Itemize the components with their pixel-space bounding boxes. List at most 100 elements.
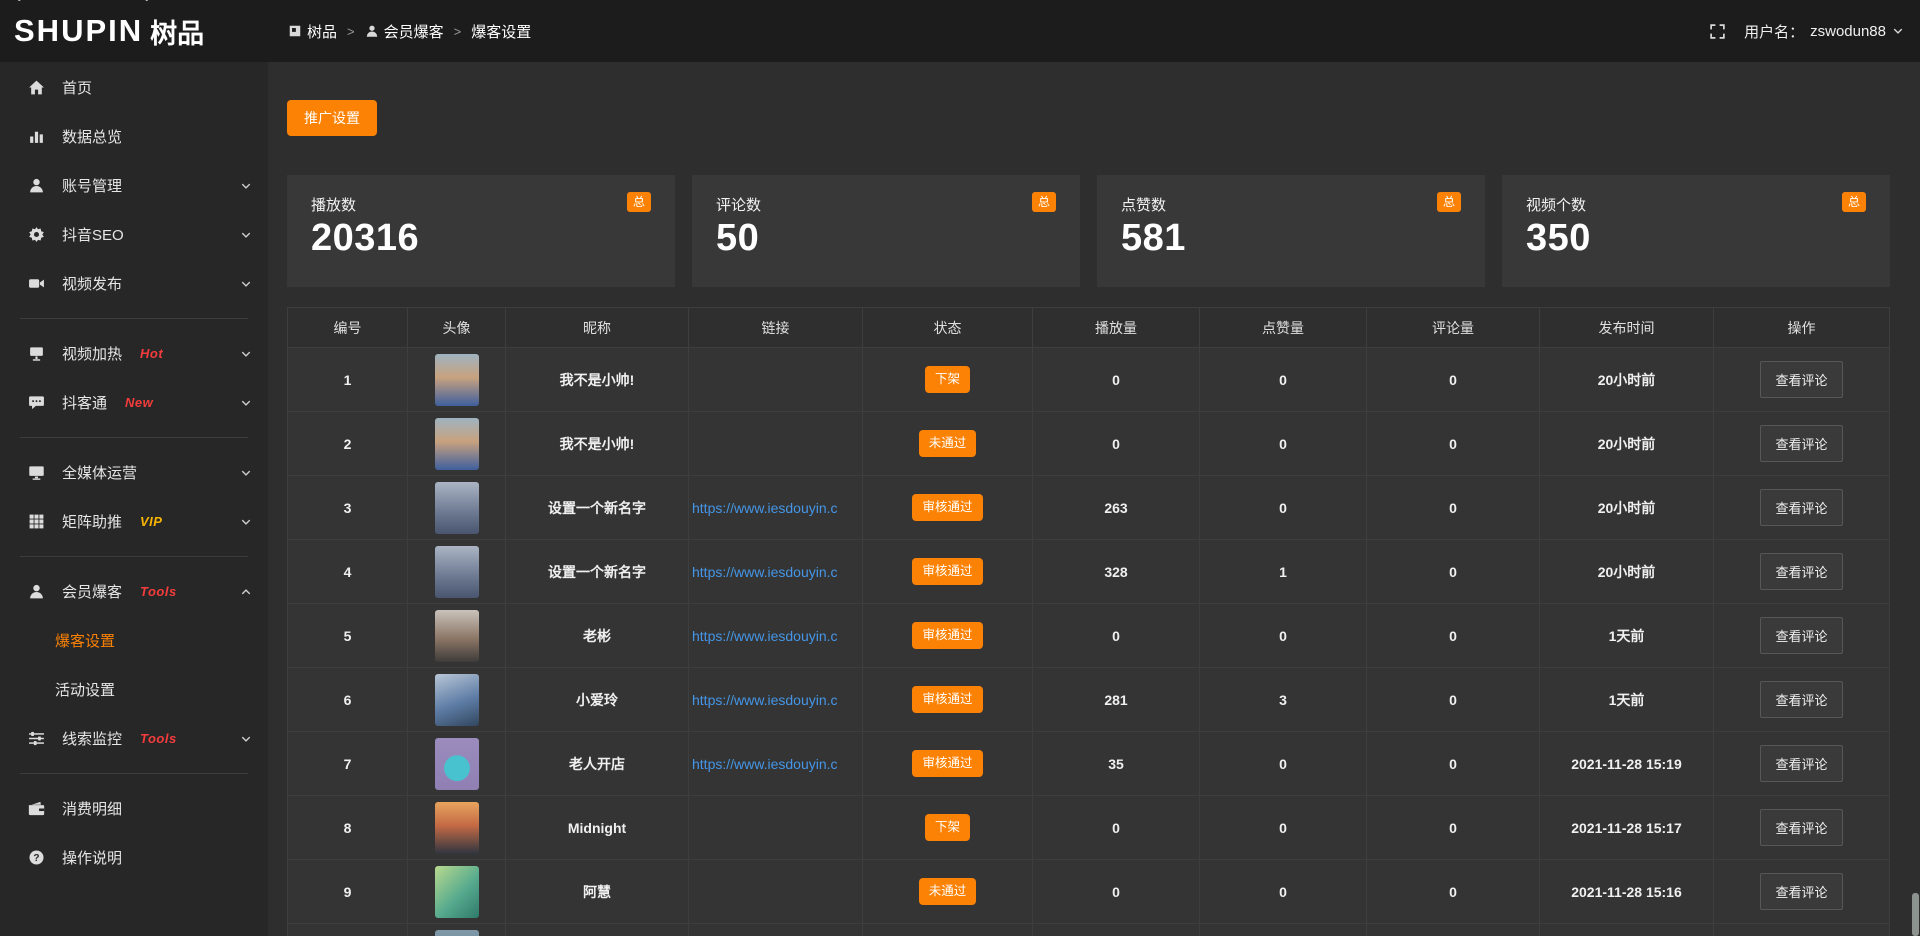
stat-card-value: 581 <box>1121 217 1461 260</box>
sidebar-badge-VIP: VIP <box>140 514 162 529</box>
sidebar-divider <box>20 773 248 774</box>
fullscreen-icon[interactable] <box>1709 23 1726 40</box>
video-link[interactable]: https://www.iesdouyin.c <box>689 500 862 516</box>
sidebar-item-操作说明[interactable]: ?操作说明 <box>0 833 268 882</box>
status-badge[interactable]: 审核通过 <box>912 558 982 585</box>
sidebar-item-label: 抖音SEO <box>62 224 124 245</box>
cell-likes: 0 <box>1200 476 1367 540</box>
logo-text: SHUPIN <box>14 13 143 49</box>
sidebar-item-抖音SEO[interactable]: 抖音SEO <box>0 210 268 259</box>
sidebar-item-首页[interactable]: 首页 <box>0 63 268 112</box>
stat-card-label: 播放数 <box>311 194 651 215</box>
status-badge[interactable]: 审核通过 <box>912 750 982 777</box>
view-comments-button[interactable]: 查看评论 <box>1760 361 1842 398</box>
view-comments-button[interactable]: 查看评论 <box>1760 681 1842 718</box>
promo-settings-button[interactable]: 推广设置 <box>287 100 377 136</box>
cell-avatar <box>408 796 506 860</box>
cell-comments: 0 <box>1367 860 1540 924</box>
user-menu[interactable]: 用户名：zswodun88 <box>1744 21 1904 42</box>
sidebar-subitem-爆客设置[interactable]: 爆客设置 <box>0 616 268 665</box>
sidebar-item-label: 首页 <box>62 77 92 98</box>
status-badge[interactable]: 下架 <box>925 814 970 841</box>
sidebar-subitem-活动设置[interactable]: 活动设置 <box>0 665 268 714</box>
status-badge[interactable]: 审核通过 <box>912 622 982 649</box>
view-comments-button[interactable]: 查看评论 <box>1760 553 1842 590</box>
gear-icon <box>28 226 45 243</box>
cell-likes <box>1200 924 1367 936</box>
cell-id: 9 <box>288 860 408 924</box>
home-icon <box>28 79 45 96</box>
view-comments-button[interactable]: 查看评论 <box>1760 873 1842 910</box>
status-badge[interactable]: 未通过 <box>919 430 977 457</box>
cell-time <box>1540 924 1714 936</box>
cell-comments: 0 <box>1367 796 1540 860</box>
view-comments-button[interactable]: 查看评论 <box>1760 809 1842 846</box>
cell-nickname <box>506 924 689 936</box>
column-header-评论量: 评论量 <box>1367 308 1540 348</box>
cell-plays: 328 <box>1033 540 1200 604</box>
scrollbar-thumb[interactable] <box>1912 893 1919 936</box>
wallet-icon <box>28 800 45 817</box>
sidebar-item-数据总览[interactable]: 数据总览 <box>0 112 268 161</box>
table-row: 8Midnight下架0002021-11-28 15:17查看评论 <box>288 796 1890 860</box>
cell-link: https://www.iesdouyin.c <box>689 732 863 796</box>
sidebar-item-消费明细[interactable]: 消费明细 <box>0 784 268 833</box>
breadcrumb-item[interactable]: 爆客设置 <box>471 21 531 42</box>
cell-action: 查看评论 <box>1714 476 1890 540</box>
cell-plays: 0 <box>1033 604 1200 668</box>
view-comments-button[interactable]: 查看评论 <box>1760 617 1842 654</box>
cell-plays: 35 <box>1033 732 1200 796</box>
username-label: 用户名： <box>1744 21 1804 42</box>
video-link[interactable]: https://www.iesdouyin.c <box>689 628 862 644</box>
table-header-row: 编号头像昵称链接状态播放量点赞量评论量发布时间操作 <box>288 308 1890 348</box>
stat-card-value: 350 <box>1526 217 1866 260</box>
sidebar-item-视频加热[interactable]: 视频加热Hot <box>0 329 268 378</box>
status-badge[interactable]: 未通过 <box>919 878 977 905</box>
chevron-down-icon <box>240 180 252 192</box>
sidebar-item-矩阵助推[interactable]: 矩阵助推VIP <box>0 497 268 546</box>
cell-id: 4 <box>288 540 408 604</box>
cell-comments: 0 <box>1367 476 1540 540</box>
cell-status <box>863 924 1033 936</box>
sidebar-item-label: 视频发布 <box>62 273 122 294</box>
status-badge[interactable]: 审核通过 <box>912 686 982 713</box>
sidebar-item-视频发布[interactable]: 视频发布 <box>0 259 268 308</box>
video-link[interactable]: https://www.iesdouyin.c <box>689 756 862 772</box>
sidebar-item-线索监控[interactable]: 线索监控Tools <box>0 714 268 763</box>
video-link[interactable]: https://www.iesdouyin.c <box>689 692 862 708</box>
table-row: 1我不是小帅!下架00020小时前查看评论 <box>288 348 1890 412</box>
sidebar-item-label: 会员爆客 <box>62 581 122 602</box>
cell-id: 7 <box>288 732 408 796</box>
view-comments-button[interactable]: 查看评论 <box>1760 745 1842 782</box>
svg-text:?: ? <box>33 853 39 864</box>
cell-nickname: 阿慧 <box>506 860 689 924</box>
stat-card-value: 20316 <box>311 217 651 260</box>
cell-avatar <box>408 732 506 796</box>
status-badge[interactable]: 审核通过 <box>912 494 982 521</box>
sidebar-item-抖客通[interactable]: 抖客通New <box>0 378 268 427</box>
video-icon <box>28 275 45 292</box>
stat-cards-row: 播放数20316总评论数50总点赞数581总视频个数350总 <box>287 175 1890 287</box>
cell-id: 2 <box>288 412 408 476</box>
cell-plays: 263 <box>1033 476 1200 540</box>
chevron-down-icon <box>240 229 252 241</box>
avatar <box>435 674 479 726</box>
view-comments-button[interactable]: 查看评论 <box>1760 425 1842 462</box>
sidebar-item-label: 消费明细 <box>62 798 122 819</box>
table-row: 9阿慧未通过0002021-11-28 15:16查看评论 <box>288 860 1890 924</box>
sidebar-item-账号管理[interactable]: 账号管理 <box>0 161 268 210</box>
avatar <box>435 354 479 406</box>
sidebar-item-全媒体运营[interactable]: 全媒体运营 <box>0 448 268 497</box>
status-badge[interactable]: 下架 <box>925 366 970 393</box>
video-link[interactable]: https://www.iesdouyin.c <box>689 564 862 580</box>
sidebar-item-会员爆客[interactable]: 会员爆客Tools <box>0 567 268 616</box>
view-comments-button[interactable]: 查看评论 <box>1760 489 1842 526</box>
cell-likes: 0 <box>1200 412 1367 476</box>
cell-comments: 0 <box>1367 412 1540 476</box>
stat-card-label: 评论数 <box>716 194 1056 215</box>
breadcrumb-item[interactable]: 会员爆客 <box>365 21 444 42</box>
cell-time: 20小时前 <box>1540 412 1714 476</box>
table-row: 3设置一个新名字https://www.iesdouyin.c审核通过26300… <box>288 476 1890 540</box>
cell-plays: 0 <box>1033 412 1200 476</box>
breadcrumb-item[interactable]: 树品 <box>288 21 337 42</box>
